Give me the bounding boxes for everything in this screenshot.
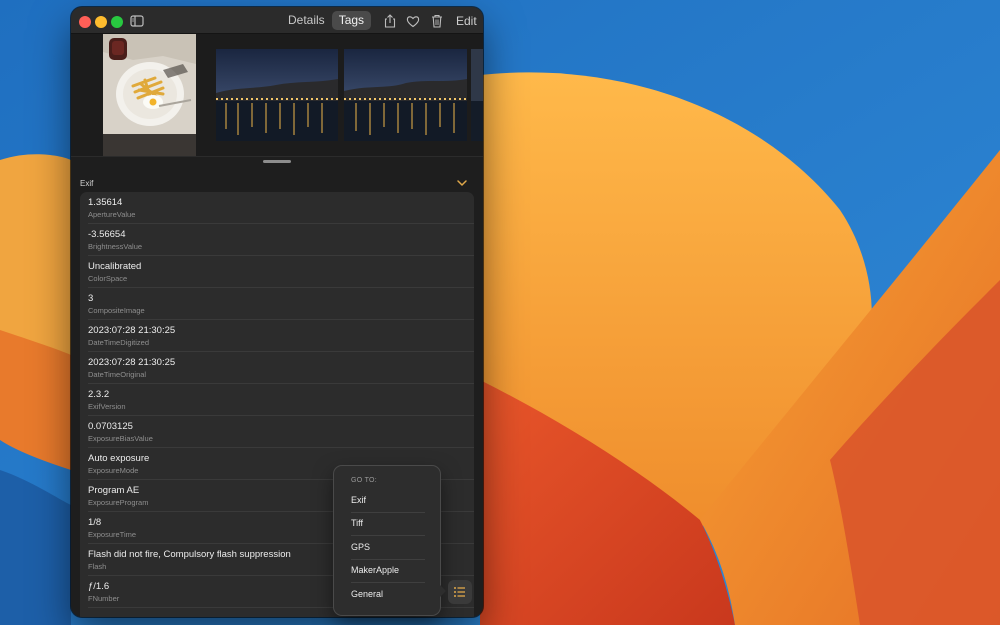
minimize-button[interactable] (95, 16, 107, 28)
thumbnail-partial[interactable] (471, 49, 483, 141)
edit-button[interactable]: Edit (456, 14, 477, 28)
tag-value: Uncalibrated (88, 261, 142, 272)
goto-item-tiff[interactable]: Tiff (343, 513, 425, 536)
tag-value: 1.35614 (88, 197, 123, 208)
section-title: Exif (80, 179, 94, 188)
tab-details[interactable]: Details (281, 11, 332, 30)
list-item[interactable]: -3.56654 BrightnessValue (80, 224, 474, 256)
tag-value: 2023:07:28 21:30:25 (88, 325, 176, 336)
tag-key: DateTimeOriginal (88, 370, 147, 379)
tag-value: 2023:07:28 21:30:25 (88, 357, 176, 368)
tag-value: Program AE (88, 485, 140, 496)
sidebar-toggle-icon[interactable] (129, 13, 145, 29)
thumbnail-strip (71, 34, 483, 156)
heart-icon[interactable] (405, 13, 421, 29)
tag-key: ExposureBiasValue (88, 434, 153, 443)
list-item[interactable]: 3 CompositeImage (80, 288, 474, 320)
tag-key: ExposureProgram (88, 498, 149, 507)
goto-item-exif[interactable]: Exif (343, 490, 425, 513)
tag-key: ColorSpace (88, 274, 128, 283)
tag-key: Flash (88, 562, 107, 571)
zoom-button[interactable] (111, 16, 123, 28)
tag-key: ExposureMode (88, 466, 139, 475)
goto-section-button[interactable] (448, 580, 472, 604)
goto-popover: GO TO: Exif Tiff GPS MakerApple General (334, 466, 440, 615)
goto-item-label: MakerApple (351, 565, 400, 575)
goto-item-label: Exif (351, 495, 367, 505)
list-item[interactable]: 2023:07:28 21:30:25 DateTimeOriginal (80, 352, 474, 384)
share-icon[interactable] (382, 13, 398, 29)
tag-value: Auto exposure (88, 453, 150, 464)
tag-key: BrightnessValue (88, 242, 143, 251)
tag-value: Flash did not fire, Compulsory flash sup… (88, 549, 291, 560)
thumbnail-night-harbor-2[interactable] (344, 49, 467, 141)
tag-key: ExifVersion (88, 402, 126, 411)
tag-key: CompositeImage (88, 306, 145, 315)
tag-key: ExposureTime (88, 530, 137, 539)
goto-item-makerapple[interactable]: MakerApple (343, 560, 425, 583)
title-bar: Details Tags Edit (71, 7, 483, 34)
popover-arrow (439, 584, 446, 598)
close-button[interactable] (79, 16, 91, 28)
tag-key: DateTimeDigitized (88, 338, 149, 347)
goto-item-general[interactable]: General (343, 584, 425, 607)
tag-value: 0.0703125 (88, 421, 133, 432)
list-item[interactable]: 2.3.2 ExifVersion (80, 384, 474, 416)
segmented-tabs: Details Tags (281, 11, 372, 30)
divider (71, 156, 483, 157)
goto-item-label: Tiff (351, 518, 364, 528)
resize-grabber[interactable] (263, 160, 291, 163)
list-item[interactable]: Uncalibrated ColorSpace (80, 256, 474, 288)
tag-value: 3 (88, 293, 94, 304)
goto-item-label: GPS (351, 542, 371, 552)
goto-item-label: General (351, 589, 384, 599)
list-icon (454, 587, 465, 597)
thumbnail-food-photo[interactable] (103, 34, 196, 156)
tag-key: ApertureValue (88, 210, 136, 219)
tag-value: ƒ/1.6 (88, 581, 110, 592)
tag-value: 1/8 (88, 517, 102, 528)
thumbnail-night-harbor-1[interactable] (216, 49, 338, 141)
list-item[interactable]: 0.0703125 ExposureBiasValue (80, 416, 474, 448)
tag-key: FNumber (88, 594, 120, 603)
chevron-down-icon[interactable] (456, 178, 468, 188)
tag-value: 2.3.2 (88, 389, 110, 400)
list-item[interactable]: 2023:07:28 21:30:25 DateTimeDigitized (80, 320, 474, 352)
tab-tags[interactable]: Tags (331, 11, 372, 30)
trash-icon[interactable] (429, 13, 445, 29)
popover-title: GO TO: (351, 477, 378, 484)
goto-item-gps[interactable]: GPS (343, 537, 425, 560)
list-item[interactable]: 1.35614 ApertureValue (80, 192, 474, 224)
tag-value: -3.56654 (88, 229, 126, 240)
